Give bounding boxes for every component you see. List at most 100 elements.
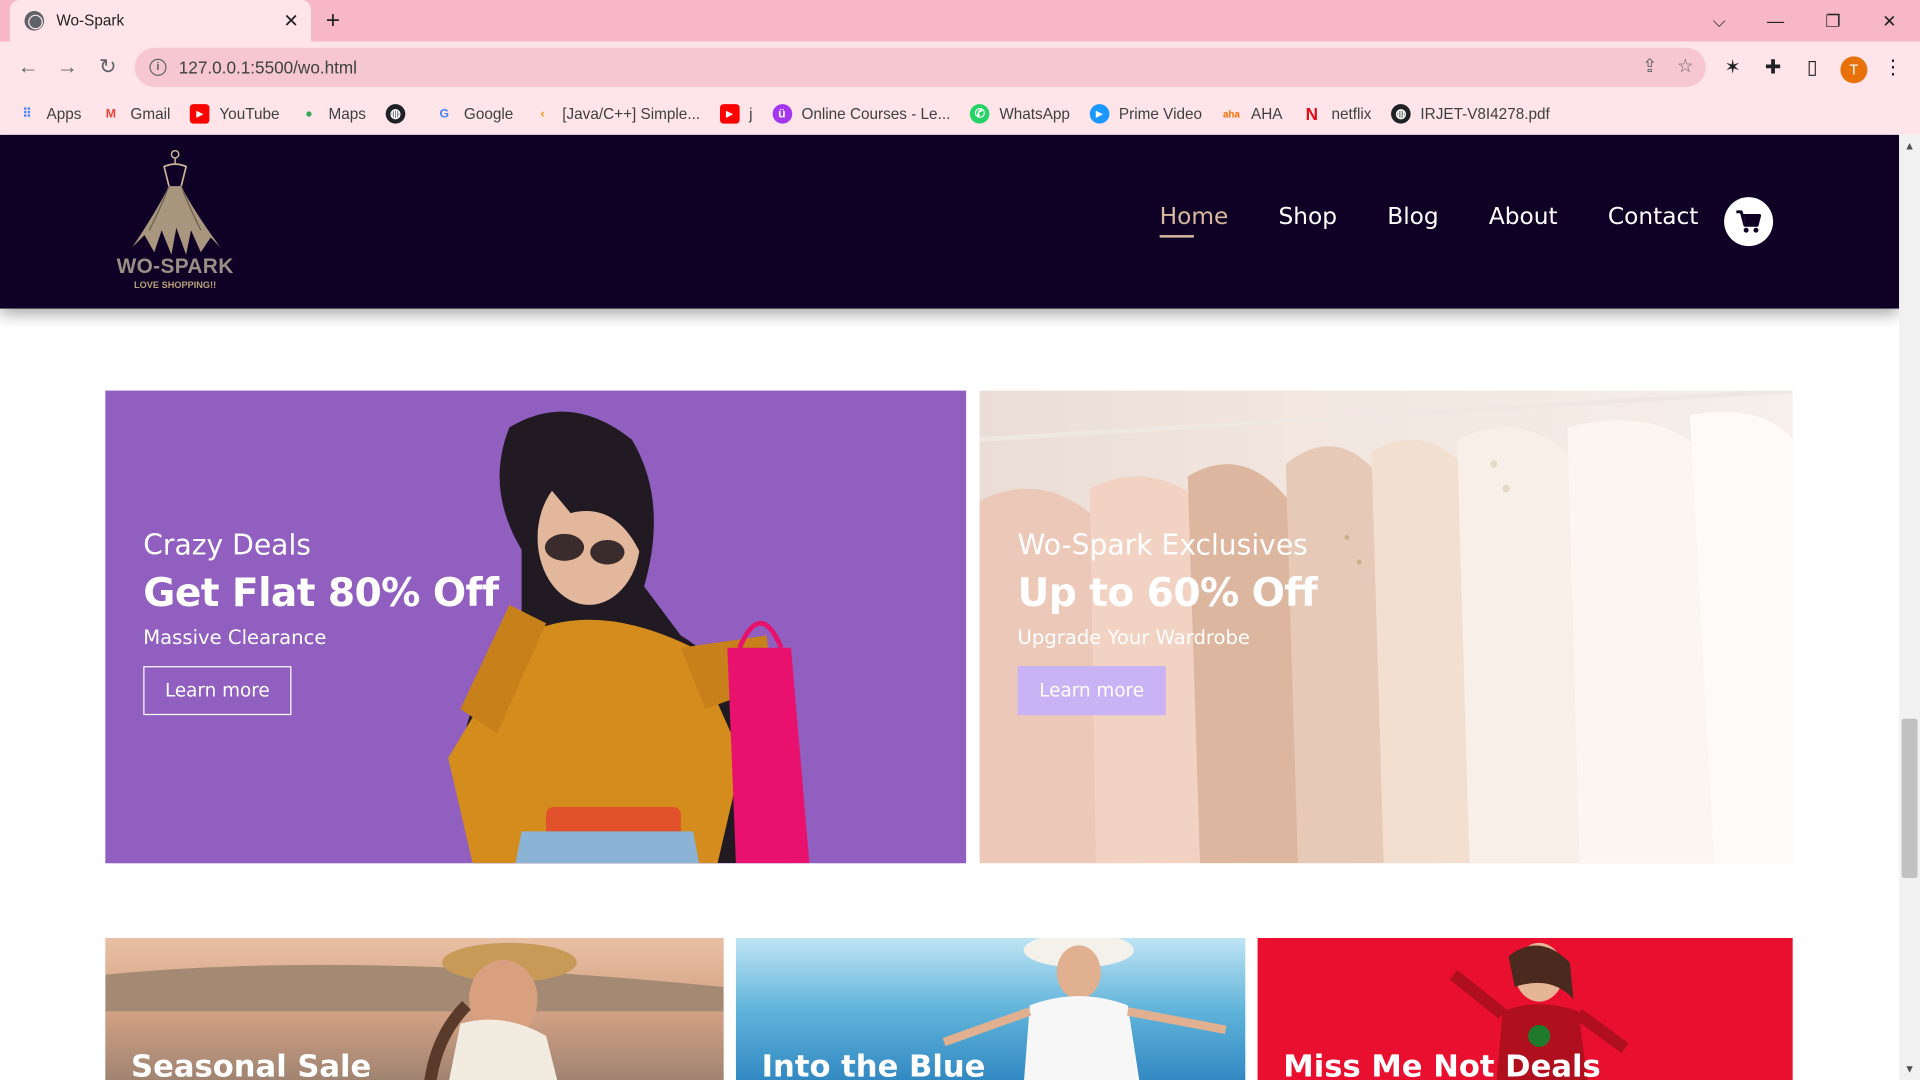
card-seasonal-sale[interactable]: Seasonal Sale: [105, 937, 724, 1080]
card-title: Into the Blue: [761, 1048, 986, 1080]
bookmark-label: Online Courses - Le...: [801, 105, 951, 123]
bookmark-label: Google: [463, 105, 514, 123]
bookmark-label: WhatsApp: [999, 105, 1070, 123]
browser-tab-strip: Wo-Spark ✕ + ⌵ — ❐ ✕: [0, 0, 1920, 42]
banner-text: Crazy Deals Get Flat 80% Off Massive Cle…: [143, 530, 499, 716]
bookmark-online-courses[interactable]: ü Online Courses - Le...: [772, 104, 950, 124]
bookmark-apps[interactable]: ⠿ Apps: [17, 104, 81, 124]
banner-crazy-deals: Crazy Deals Get Flat 80% Off Massive Cle…: [105, 390, 967, 864]
banner-kicker: Crazy Deals: [143, 530, 311, 563]
card-miss-me-not[interactable]: Miss Me Not Deals: [1257, 937, 1793, 1080]
main-nav: Home Shop Blog About Contact: [1159, 203, 1749, 238]
minimize-button[interactable]: —: [1747, 0, 1803, 42]
profile-avatar[interactable]: T: [1840, 56, 1868, 84]
site-header: WO-SPARK LOVE SHOPPING!! Home Shop Blog …: [0, 134, 1900, 309]
gmail-icon: M: [105, 107, 116, 121]
prime-video-icon: ▶: [1089, 104, 1110, 124]
scroll-down-icon[interactable]: ▼: [1904, 1063, 1915, 1075]
address-bar[interactable]: i 127.0.0.1:5500/wo.html ⇪ ☆: [134, 47, 1706, 87]
banner-headline: Get Flat 80% Off: [143, 569, 499, 616]
browser-tab[interactable]: Wo-Spark ✕: [9, 0, 312, 42]
bookmarks-bar: ⠿ Apps M Gmail ▶ YouTube ● Maps ◍ G Google ‹ […: [0, 93, 1920, 135]
restore-button[interactable]: ❐: [1805, 0, 1861, 42]
bookmark-label: YouTube: [219, 105, 280, 123]
banner-text: Wo-Spark Exclusives Up to 60% Off Upgrad…: [1017, 530, 1318, 716]
brand-name: WO-SPARK: [116, 254, 234, 278]
brand-tagline: LOVE SHOPPING!!: [134, 279, 217, 291]
globe-icon: ◍: [1391, 104, 1411, 124]
tab-search-icon[interactable]: ⌵: [1691, 0, 1747, 42]
youtube-icon: ▶: [189, 104, 210, 124]
forward-icon[interactable]: →: [51, 51, 83, 83]
share-icon[interactable]: ⇪: [1642, 55, 1657, 77]
bookmark-label: Apps: [46, 105, 82, 123]
nav-blog[interactable]: Blog: [1387, 203, 1438, 230]
bookmark-label: [Java/C++] Simple...: [562, 105, 701, 123]
reload-icon[interactable]: ↻: [92, 51, 124, 83]
netflix-icon: N: [1305, 104, 1319, 124]
nav-about[interactable]: About: [1489, 203, 1558, 230]
bookmark-prime-video[interactable]: ▶ Prime Video: [1089, 104, 1202, 124]
bookmark-label: Gmail: [130, 105, 171, 123]
bookmark-label: IRJET-V8I4278.pdf: [1420, 105, 1550, 123]
bookmark-label: AHA: [1250, 105, 1283, 123]
globe-icon: [24, 11, 45, 31]
udemy-icon: ü: [772, 104, 792, 124]
web-page: WO-SPARK LOVE SHOPPING!! Home Shop Blog …: [0, 134, 1900, 1080]
nav-shop[interactable]: Shop: [1279, 203, 1338, 230]
cart-icon: [1736, 210, 1762, 233]
back-icon[interactable]: ←: [12, 51, 44, 83]
card-into-the-blue[interactable]: Into the Blue: [735, 937, 1246, 1080]
bookmark-aha[interactable]: aha AHA: [1222, 104, 1283, 124]
page-scrollbar[interactable]: ▲ ▼: [1899, 134, 1920, 1080]
tab-title: Wo-Spark: [56, 12, 125, 30]
nav-contact[interactable]: Contact: [1608, 203, 1699, 230]
banner-kicker: Wo-Spark Exclusives: [1017, 530, 1308, 563]
globe-icon: ◍: [385, 104, 406, 124]
bookmark-google[interactable]: G Google: [435, 104, 514, 124]
bookmark-youtube[interactable]: ▶ YouTube: [189, 104, 280, 124]
card-title: Miss Me Not Deals: [1283, 1048, 1601, 1080]
banner-headline: Up to 60% Off: [1017, 569, 1318, 616]
close-tab-icon[interactable]: ✕: [283, 10, 298, 32]
bookmark-label: j: [749, 105, 753, 123]
site-info-icon[interactable]: i: [149, 58, 167, 76]
whatsapp-icon: ✆: [969, 104, 990, 124]
bookmark-globe[interactable]: ◍: [385, 104, 415, 124]
site-logo[interactable]: WO-SPARK LOVE SHOPPING!!: [108, 149, 243, 293]
cart-button[interactable]: [1724, 197, 1774, 247]
new-tab-button[interactable]: +: [326, 7, 340, 34]
apps-grid-icon: ⠿: [22, 107, 32, 121]
browser-toolbar: ← → ↻ i 127.0.0.1:5500/wo.html ⇪ ☆ ✶ ✚ ▯…: [0, 41, 1920, 94]
code-icon: ‹: [540, 107, 545, 121]
extensions-puzzle-icon[interactable]: ✚: [1761, 55, 1785, 79]
nav-home[interactable]: Home: [1159, 203, 1228, 238]
bookmark-j[interactable]: ▶ j: [719, 104, 753, 124]
bookmark-star-icon[interactable]: ☆: [1677, 55, 1693, 77]
bookmark-gmail[interactable]: M Gmail: [101, 104, 171, 124]
aha-icon: aha: [1222, 108, 1240, 120]
learn-more-button[interactable]: Learn more: [143, 666, 292, 716]
extension-icon[interactable]: ✶: [1720, 55, 1744, 79]
bookmark-java[interactable]: ‹ [Java/C++] Simple...: [533, 104, 700, 124]
scrollbar-thumb[interactable]: [1901, 718, 1918, 878]
bookmark-netflix[interactable]: Nnetflix: [1302, 104, 1372, 124]
menu-kebab-icon[interactable]: ⋮: [1881, 55, 1905, 79]
learn-more-button[interactable]: Learn more: [1017, 666, 1166, 716]
scroll-up-icon[interactable]: ▲: [1904, 140, 1915, 152]
url-text[interactable]: 127.0.0.1:5500/wo.html: [179, 58, 357, 78]
google-icon: G: [439, 107, 450, 121]
bookmark-irjet[interactable]: ◍ IRJET-V8I4278.pdf: [1391, 104, 1550, 124]
banner-subtitle: Upgrade Your Wardrobe: [1017, 625, 1250, 649]
bookmark-label: Maps: [328, 105, 366, 123]
bookmark-whatsapp[interactable]: ✆ WhatsApp: [969, 104, 1070, 124]
card-title: Seasonal Sale: [131, 1048, 372, 1080]
side-panel-icon[interactable]: ▯: [1800, 55, 1824, 79]
dress-logo-icon: [132, 149, 221, 255]
youtube-icon: ▶: [719, 104, 740, 124]
bookmark-maps[interactable]: ● Maps: [299, 104, 366, 124]
close-window-button[interactable]: ✕: [1861, 0, 1917, 42]
bookmark-label: netflix: [1331, 105, 1372, 123]
banner-exclusives: Wo-Spark Exclusives Up to 60% Off Upgrad…: [979, 390, 1793, 864]
maps-pin-icon: ●: [305, 107, 313, 121]
